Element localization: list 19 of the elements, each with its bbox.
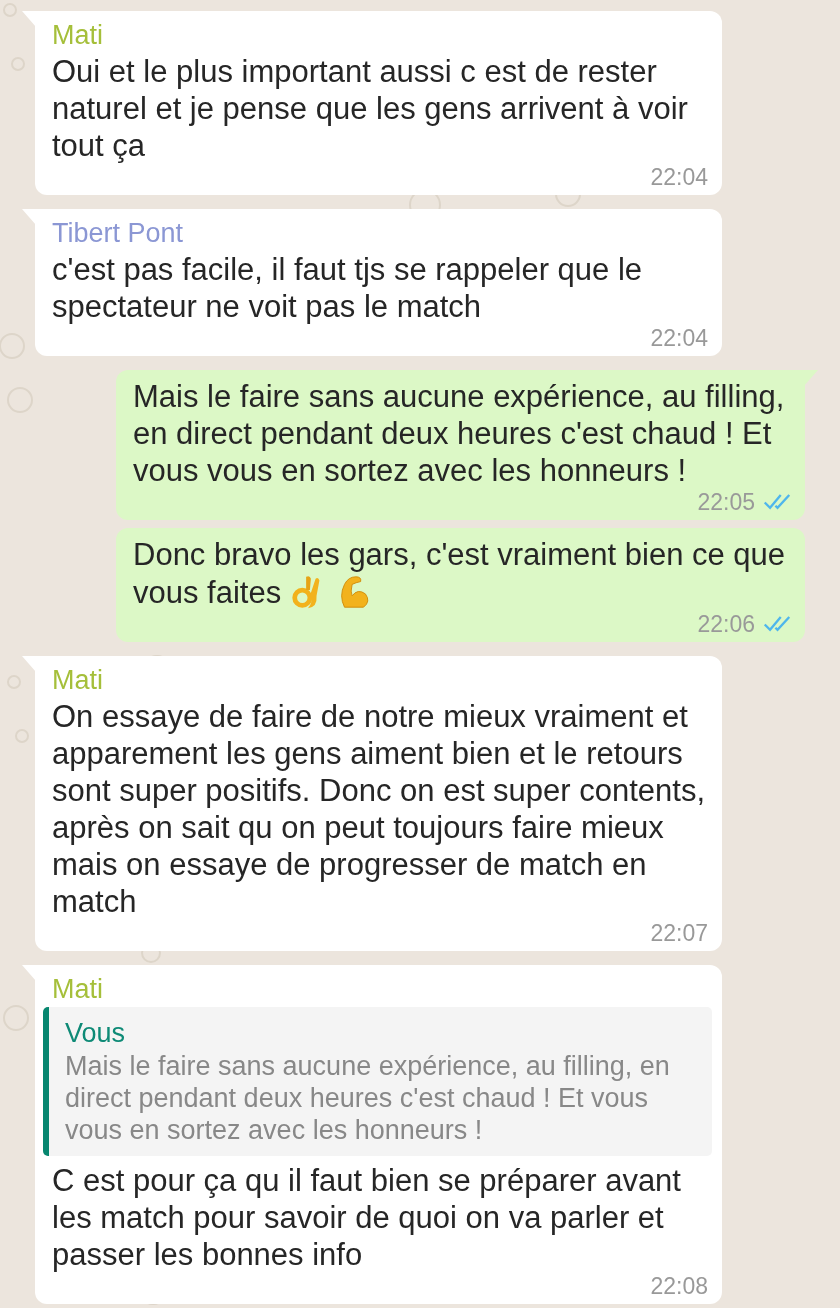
message-time: 22:05: [697, 489, 755, 515]
quoted-message[interactable]: Vous Mais le faire sans aucune expérience, au filling, en direct pendant deux heures c'est chaud ! Et vous vous en sortez avec les honneurs !: [43, 1007, 712, 1156]
message-text: Mais le faire sans aucune expérience, au filling, en direct pendant deux heures c'est chaud ! Et vous vous en sortez avec les honneurs !: [133, 378, 786, 489]
sender-name: Tibert Pont: [52, 217, 185, 249]
message-time: 22:07: [650, 920, 708, 946]
message-text: Oui et le plus important aussi c est de rester naturel et je pense que les gens arrivent à voir tout ça: [52, 53, 689, 164]
sender-name: Mati: [52, 664, 104, 696]
message-text: On essaye de faire de notre mieux vraiment et apparement les gens aiment bien et le retours sont super positifs. Donc on est super contents, après on sait qu on peut toujours faire mieux mais on essaye de progresser de match en match: [52, 698, 707, 920]
message-text: Donc bravo les gars, c'est vraiment bien ce que vous faites: [133, 537, 786, 610]
sender-name: Mati: [52, 19, 104, 51]
quote-text: Mais le faire sans aucune expérience, au filling, en direct pendant deux heures c'est chaud ! Et vous vous en sortez avec les honneurs !: [65, 1050, 671, 1146]
message-time: 22:08: [650, 1273, 708, 1299]
message-text: c'est pas facile, il faut tjs se rappeler que le spectateur ne voit pas le match: [52, 251, 644, 325]
message-time: 22:04: [650, 325, 708, 351]
quote-author: Vous: [65, 1017, 127, 1050]
sender-name: Mati: [52, 973, 104, 1005]
message-text: C est pour ça qu il faut bien se préparer avant les match pour savoir de quoi on va parler et passer les bonnes info: [52, 1162, 682, 1273]
message-time: 22:06: [697, 611, 755, 637]
message-time: 22:04: [650, 164, 708, 190]
